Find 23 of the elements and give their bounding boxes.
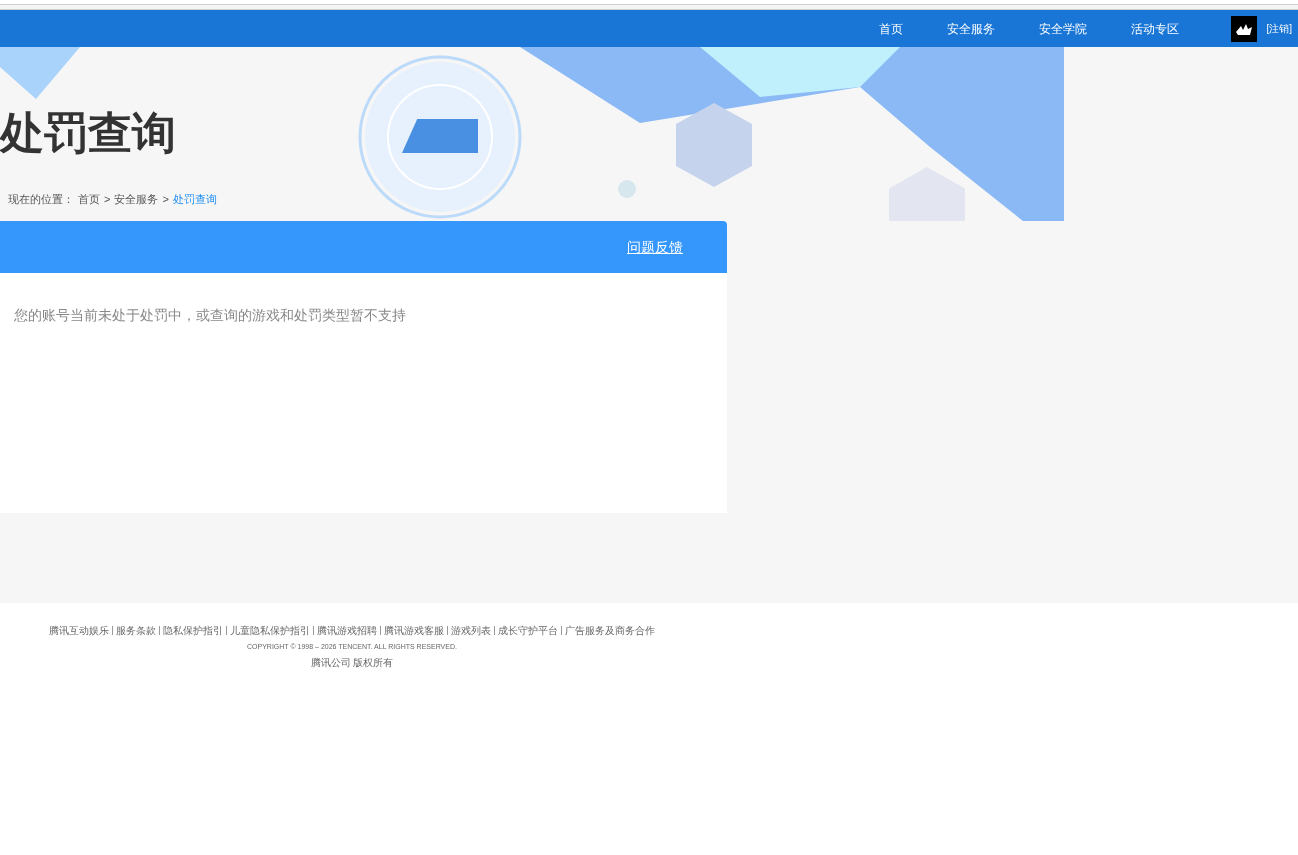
breadcrumb-link[interactable]: 安全服务 (114, 191, 159, 208)
logout-link[interactable]: [注销] (1266, 21, 1292, 36)
breadcrumb-separator: > (104, 192, 111, 207)
footer-link[interactable]: 儿童隐私保护指引 (230, 623, 310, 638)
nav-link[interactable]: 首页 (857, 19, 926, 38)
breadcrumb-separator: > (162, 192, 169, 207)
footer-link[interactable]: 广告服务及商务合作 (565, 623, 655, 638)
breadcrumb-link[interactable]: 首页 (78, 191, 100, 208)
avatar-icon[interactable] (1231, 15, 1258, 42)
footer-link[interactable]: 游戏列表 (451, 623, 491, 638)
footer-link[interactable]: 隐私保护指引 (163, 623, 223, 638)
owner-text: 腾讯公司 版权所有 (310, 655, 394, 670)
footer-link[interactable]: 腾讯互动娱乐 (49, 623, 109, 638)
status-message: 您的账号当前未处于处罚中，或查询的游戏和处罚类型暂不支持 (13, 306, 407, 325)
footer-link[interactable]: 腾讯游戏招聘 (317, 623, 377, 638)
nav-link[interactable]: 安全学院 (1017, 19, 1110, 38)
breadcrumb-link[interactable]: 处罚查询 (172, 191, 217, 208)
footer-link[interactable]: 服务条款 (116, 623, 156, 638)
nav-link[interactable]: 活动专区 (1109, 19, 1202, 38)
breadcrumb-label: 现在的位置： (8, 192, 74, 207)
footer-link[interactable]: 腾讯游戏客服 (384, 623, 444, 638)
footer-link[interactable]: 成长守护平台 (498, 623, 558, 638)
nav-link[interactable]: 安全服务 (925, 19, 1018, 38)
